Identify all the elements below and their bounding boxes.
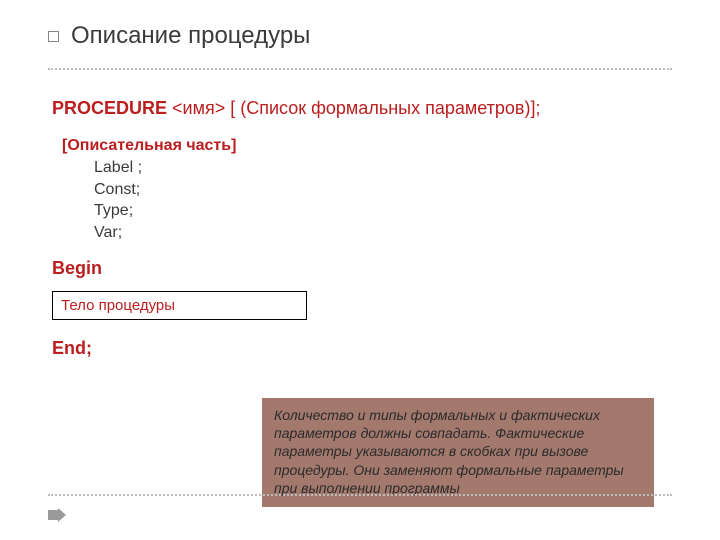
end-keyword: End; <box>52 338 672 359</box>
slide-title: Описание процедуры <box>71 22 310 50</box>
procedure-body-label: Тело процедуры <box>61 297 175 314</box>
note-text: Количество и типы формальных и фактическ… <box>274 407 624 496</box>
procedure-body-box: Тело процедуры <box>52 291 307 320</box>
divider-bottom <box>48 494 672 496</box>
descriptive-block: [Описательная часть] Label ; Const; Type… <box>62 137 672 243</box>
procedure-keyword: PROCEDURE <box>52 98 167 118</box>
declaration-line: Type; <box>94 200 672 222</box>
procedure-signature: <имя> [ (Список формальных параметров)]; <box>167 98 540 118</box>
content-area: PROCEDURE <имя> [ (Список формальных пар… <box>48 70 672 359</box>
note-callout: Количество и типы формальных и фактическ… <box>262 398 654 507</box>
slide: Описание процедуры PROCEDURE <имя> [ (Сп… <box>0 0 720 540</box>
bullet-icon <box>48 31 59 42</box>
declaration-line: Const; <box>94 179 672 201</box>
arrow-right-icon <box>48 508 66 522</box>
declaration-line: Var; <box>94 222 672 244</box>
title-row: Описание процедуры <box>48 22 672 50</box>
declaration-line: Label ; <box>94 157 672 179</box>
descriptive-header: [Описательная часть] <box>62 137 672 155</box>
begin-keyword: Begin <box>52 258 672 279</box>
procedure-declaration-line: PROCEDURE <имя> [ (Список формальных пар… <box>52 96 672 121</box>
